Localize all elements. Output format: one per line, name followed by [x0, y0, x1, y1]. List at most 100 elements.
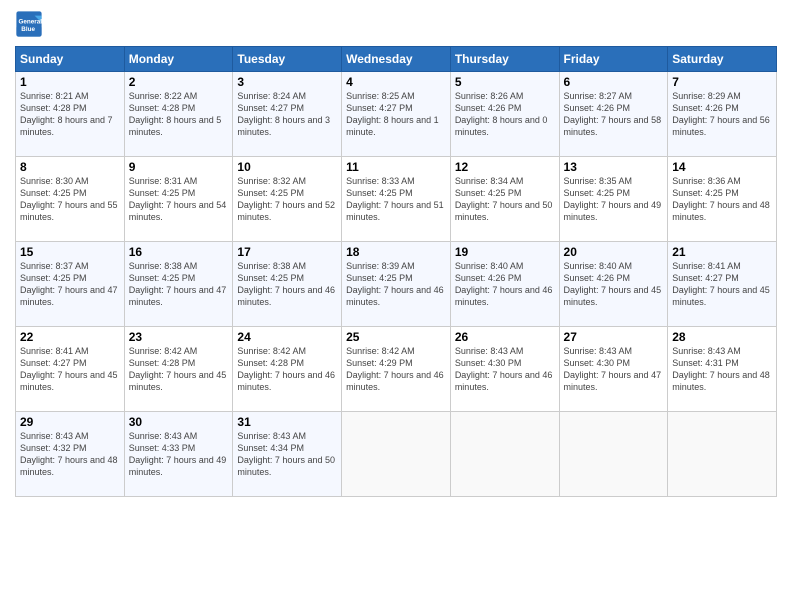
cell-info: Sunrise: 8:43 AMSunset: 4:34 PMDaylight:… — [237, 430, 337, 479]
day-number: 7 — [672, 75, 772, 89]
day-number: 5 — [455, 75, 555, 89]
day-number: 22 — [20, 330, 120, 344]
day-header-friday: Friday — [559, 47, 668, 72]
day-number: 3 — [237, 75, 337, 89]
calendar-cell: 18Sunrise: 8:39 AMSunset: 4:25 PMDayligh… — [342, 242, 451, 327]
day-number: 28 — [672, 330, 772, 344]
calendar-cell: 9Sunrise: 8:31 AMSunset: 4:25 PMDaylight… — [124, 157, 233, 242]
calendar-cell: 14Sunrise: 8:36 AMSunset: 4:25 PMDayligh… — [668, 157, 777, 242]
cell-info: Sunrise: 8:30 AMSunset: 4:25 PMDaylight:… — [20, 175, 120, 224]
cell-info: Sunrise: 8:22 AMSunset: 4:28 PMDaylight:… — [129, 90, 229, 139]
calendar-cell: 29Sunrise: 8:43 AMSunset: 4:32 PMDayligh… — [16, 412, 125, 497]
cell-info: Sunrise: 8:36 AMSunset: 4:25 PMDaylight:… — [672, 175, 772, 224]
calendar-cell: 30Sunrise: 8:43 AMSunset: 4:33 PMDayligh… — [124, 412, 233, 497]
cell-info: Sunrise: 8:41 AMSunset: 4:27 PMDaylight:… — [672, 260, 772, 309]
calendar-cell: 6Sunrise: 8:27 AMSunset: 4:26 PMDaylight… — [559, 72, 668, 157]
cell-info: Sunrise: 8:41 AMSunset: 4:27 PMDaylight:… — [20, 345, 120, 394]
calendar-cell — [450, 412, 559, 497]
cell-info: Sunrise: 8:37 AMSunset: 4:25 PMDaylight:… — [20, 260, 120, 309]
calendar-week-row: 1Sunrise: 8:21 AMSunset: 4:28 PMDaylight… — [16, 72, 777, 157]
calendar-cell: 15Sunrise: 8:37 AMSunset: 4:25 PMDayligh… — [16, 242, 125, 327]
day-number: 4 — [346, 75, 446, 89]
day-number: 2 — [129, 75, 229, 89]
day-header-thursday: Thursday — [450, 47, 559, 72]
day-number: 9 — [129, 160, 229, 174]
calendar-cell: 13Sunrise: 8:35 AMSunset: 4:25 PMDayligh… — [559, 157, 668, 242]
day-number: 19 — [455, 245, 555, 259]
calendar-cell: 2Sunrise: 8:22 AMSunset: 4:28 PMDaylight… — [124, 72, 233, 157]
calendar-cell: 4Sunrise: 8:25 AMSunset: 4:27 PMDaylight… — [342, 72, 451, 157]
logo-icon: General Blue — [15, 10, 43, 38]
cell-info: Sunrise: 8:40 AMSunset: 4:26 PMDaylight:… — [564, 260, 664, 309]
calendar-table: SundayMondayTuesdayWednesdayThursdayFrid… — [15, 46, 777, 497]
cell-info: Sunrise: 8:31 AMSunset: 4:25 PMDaylight:… — [129, 175, 229, 224]
cell-info: Sunrise: 8:35 AMSunset: 4:25 PMDaylight:… — [564, 175, 664, 224]
calendar-cell: 7Sunrise: 8:29 AMSunset: 4:26 PMDaylight… — [668, 72, 777, 157]
page: General Blue SundayMondayTuesdayWednesda… — [0, 0, 792, 612]
cell-info: Sunrise: 8:43 AMSunset: 4:31 PMDaylight:… — [672, 345, 772, 394]
calendar-cell: 23Sunrise: 8:42 AMSunset: 4:28 PMDayligh… — [124, 327, 233, 412]
calendar-cell — [668, 412, 777, 497]
calendar-week-row: 29Sunrise: 8:43 AMSunset: 4:32 PMDayligh… — [16, 412, 777, 497]
calendar-cell: 26Sunrise: 8:43 AMSunset: 4:30 PMDayligh… — [450, 327, 559, 412]
day-number: 15 — [20, 245, 120, 259]
logo: General Blue — [15, 10, 47, 38]
header: General Blue — [15, 10, 777, 38]
day-header-wednesday: Wednesday — [342, 47, 451, 72]
cell-info: Sunrise: 8:40 AMSunset: 4:26 PMDaylight:… — [455, 260, 555, 309]
cell-info: Sunrise: 8:43 AMSunset: 4:30 PMDaylight:… — [455, 345, 555, 394]
day-number: 31 — [237, 415, 337, 429]
day-header-sunday: Sunday — [16, 47, 125, 72]
day-number: 27 — [564, 330, 664, 344]
calendar-cell: 3Sunrise: 8:24 AMSunset: 4:27 PMDaylight… — [233, 72, 342, 157]
cell-info: Sunrise: 8:27 AMSunset: 4:26 PMDaylight:… — [564, 90, 664, 139]
day-header-tuesday: Tuesday — [233, 47, 342, 72]
cell-info: Sunrise: 8:32 AMSunset: 4:25 PMDaylight:… — [237, 175, 337, 224]
calendar-week-row: 22Sunrise: 8:41 AMSunset: 4:27 PMDayligh… — [16, 327, 777, 412]
cell-info: Sunrise: 8:33 AMSunset: 4:25 PMDaylight:… — [346, 175, 446, 224]
day-number: 13 — [564, 160, 664, 174]
calendar-cell: 11Sunrise: 8:33 AMSunset: 4:25 PMDayligh… — [342, 157, 451, 242]
calendar-week-row: 8Sunrise: 8:30 AMSunset: 4:25 PMDaylight… — [16, 157, 777, 242]
calendar-week-row: 15Sunrise: 8:37 AMSunset: 4:25 PMDayligh… — [16, 242, 777, 327]
day-number: 26 — [455, 330, 555, 344]
cell-info: Sunrise: 8:29 AMSunset: 4:26 PMDaylight:… — [672, 90, 772, 139]
calendar-cell: 12Sunrise: 8:34 AMSunset: 4:25 PMDayligh… — [450, 157, 559, 242]
day-header-saturday: Saturday — [668, 47, 777, 72]
calendar-cell: 20Sunrise: 8:40 AMSunset: 4:26 PMDayligh… — [559, 242, 668, 327]
cell-info: Sunrise: 8:42 AMSunset: 4:28 PMDaylight:… — [237, 345, 337, 394]
calendar-cell — [559, 412, 668, 497]
calendar-cell: 27Sunrise: 8:43 AMSunset: 4:30 PMDayligh… — [559, 327, 668, 412]
day-number: 17 — [237, 245, 337, 259]
calendar-cell: 22Sunrise: 8:41 AMSunset: 4:27 PMDayligh… — [16, 327, 125, 412]
day-number: 6 — [564, 75, 664, 89]
day-number: 21 — [672, 245, 772, 259]
svg-text:Blue: Blue — [21, 26, 35, 33]
calendar-cell: 21Sunrise: 8:41 AMSunset: 4:27 PMDayligh… — [668, 242, 777, 327]
calendar-cell: 8Sunrise: 8:30 AMSunset: 4:25 PMDaylight… — [16, 157, 125, 242]
calendar-cell: 17Sunrise: 8:38 AMSunset: 4:25 PMDayligh… — [233, 242, 342, 327]
calendar-cell: 19Sunrise: 8:40 AMSunset: 4:26 PMDayligh… — [450, 242, 559, 327]
day-number: 25 — [346, 330, 446, 344]
cell-info: Sunrise: 8:34 AMSunset: 4:25 PMDaylight:… — [455, 175, 555, 224]
calendar-cell: 16Sunrise: 8:38 AMSunset: 4:25 PMDayligh… — [124, 242, 233, 327]
day-number: 12 — [455, 160, 555, 174]
day-number: 10 — [237, 160, 337, 174]
svg-text:General: General — [19, 18, 43, 25]
day-number: 18 — [346, 245, 446, 259]
cell-info: Sunrise: 8:21 AMSunset: 4:28 PMDaylight:… — [20, 90, 120, 139]
cell-info: Sunrise: 8:42 AMSunset: 4:29 PMDaylight:… — [346, 345, 446, 394]
calendar-cell: 31Sunrise: 8:43 AMSunset: 4:34 PMDayligh… — [233, 412, 342, 497]
day-number: 20 — [564, 245, 664, 259]
calendar-cell: 1Sunrise: 8:21 AMSunset: 4:28 PMDaylight… — [16, 72, 125, 157]
calendar-cell: 10Sunrise: 8:32 AMSunset: 4:25 PMDayligh… — [233, 157, 342, 242]
calendar-header-row: SundayMondayTuesdayWednesdayThursdayFrid… — [16, 47, 777, 72]
cell-info: Sunrise: 8:39 AMSunset: 4:25 PMDaylight:… — [346, 260, 446, 309]
cell-info: Sunrise: 8:43 AMSunset: 4:30 PMDaylight:… — [564, 345, 664, 394]
cell-info: Sunrise: 8:26 AMSunset: 4:26 PMDaylight:… — [455, 90, 555, 139]
day-number: 29 — [20, 415, 120, 429]
day-number: 14 — [672, 160, 772, 174]
cell-info: Sunrise: 8:38 AMSunset: 4:25 PMDaylight:… — [129, 260, 229, 309]
cell-info: Sunrise: 8:43 AMSunset: 4:33 PMDaylight:… — [129, 430, 229, 479]
day-number: 8 — [20, 160, 120, 174]
